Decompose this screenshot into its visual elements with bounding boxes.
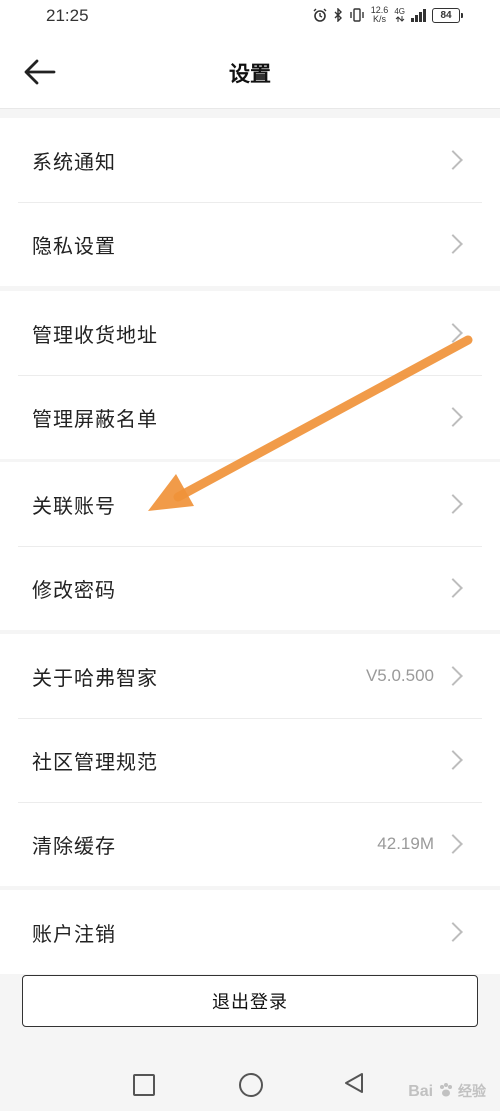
alarm-icon: [313, 8, 327, 22]
row-label: 管理屏蔽名单: [32, 406, 158, 431]
chevron-right-icon: [443, 834, 463, 854]
bluetooth-icon: [334, 8, 342, 22]
square-icon[interactable]: [133, 1074, 155, 1096]
settings-group-deactivate: 账户注销: [0, 890, 500, 974]
row-label: 系统通知: [32, 149, 116, 174]
setting-row-shipping-addresses[interactable]: 管理收货地址: [0, 291, 500, 375]
row-label: 关联账号: [32, 493, 116, 518]
page-title: 设置: [229, 62, 271, 86]
chevron-right-icon: [443, 150, 463, 170]
setting-row-privacy[interactable]: 隐私设置: [0, 202, 500, 286]
setting-row-system-notifications[interactable]: 系统通知: [0, 118, 500, 202]
status-bar: 21:25 12.6 K/s 4G 84: [0, 0, 500, 36]
baidu-watermark: Bai 经验: [408, 1081, 486, 1101]
triangle-back-icon[interactable]: [342, 1071, 366, 1095]
settings-group-about: 关于哈弗智家 V5.0.500 社区管理规范 清除缓存 42.19M: [0, 634, 500, 886]
settings-group-management: 管理收货地址 管理屏蔽名单: [0, 291, 500, 459]
row-label: 社区管理规范: [32, 749, 158, 774]
chevron-right-icon: [443, 323, 463, 343]
settings-group-account: 关联账号 修改密码: [0, 462, 500, 630]
battery-icon: 84: [432, 7, 463, 23]
settings-group-notifications: 系统通知 隐私设置: [0, 118, 500, 286]
version-value: V5.0.500: [365, 666, 434, 685]
vibrate-icon: [350, 8, 364, 22]
row-label: 管理收货地址: [32, 322, 158, 347]
setting-row-change-password[interactable]: 修改密码: [0, 546, 500, 630]
row-label: 账户注销: [32, 921, 116, 946]
chevron-right-icon: [443, 666, 463, 686]
chevron-right-icon: [443, 578, 463, 598]
circle-icon[interactable]: [239, 1073, 263, 1097]
setting-row-clear-cache[interactable]: 清除缓存 42.19M: [0, 802, 500, 886]
system-nav-bar: Bai 经验: [0, 1056, 500, 1111]
setting-row-account-deactivation[interactable]: 账户注销: [0, 890, 500, 974]
chevron-right-icon: [443, 234, 463, 254]
network-type: 4G: [394, 8, 405, 22]
row-label: 清除缓存: [32, 833, 116, 858]
speed-unit: K/s: [373, 14, 387, 24]
signal-icon: [411, 8, 426, 22]
setting-row-about[interactable]: 关于哈弗智家 V5.0.500: [0, 634, 500, 718]
row-label: 修改密码: [32, 577, 116, 602]
chevron-right-icon: [443, 407, 463, 427]
chevron-right-icon: [443, 750, 463, 770]
row-label: 关于哈弗智家: [32, 665, 158, 690]
watermark-brand: Bai: [408, 1083, 434, 1100]
settings-screen: 21:25 12.6 K/s 4G 84 设置 系统通知 隐私设置 管理收货地址…: [0, 0, 500, 1111]
top-app-bar: 设置: [0, 36, 500, 109]
setting-row-community-rules[interactable]: 社区管理规范: [0, 718, 500, 802]
setting-row-linked-accounts[interactable]: 关联账号: [0, 462, 500, 546]
watermark-suffix: 经验: [458, 1083, 486, 1099]
status-icons: 12.6 K/s 4G 84: [313, 6, 463, 24]
setting-row-block-list[interactable]: 管理屏蔽名单: [0, 375, 500, 459]
logout-button[interactable]: 退出登录: [22, 975, 478, 1027]
data-arrows-icon: [395, 16, 405, 22]
network-type-label: 4G: [394, 7, 405, 16]
battery-level: 84: [440, 9, 452, 21]
chevron-right-icon: [443, 494, 463, 514]
paw-icon: [439, 1083, 452, 1097]
row-label: 隐私设置: [32, 233, 116, 258]
chevron-right-icon: [443, 922, 463, 942]
status-time: 21:25: [46, 6, 89, 25]
network-speed: 12.6 K/s: [371, 6, 389, 24]
cache-size-value: 42.19M: [377, 834, 434, 853]
